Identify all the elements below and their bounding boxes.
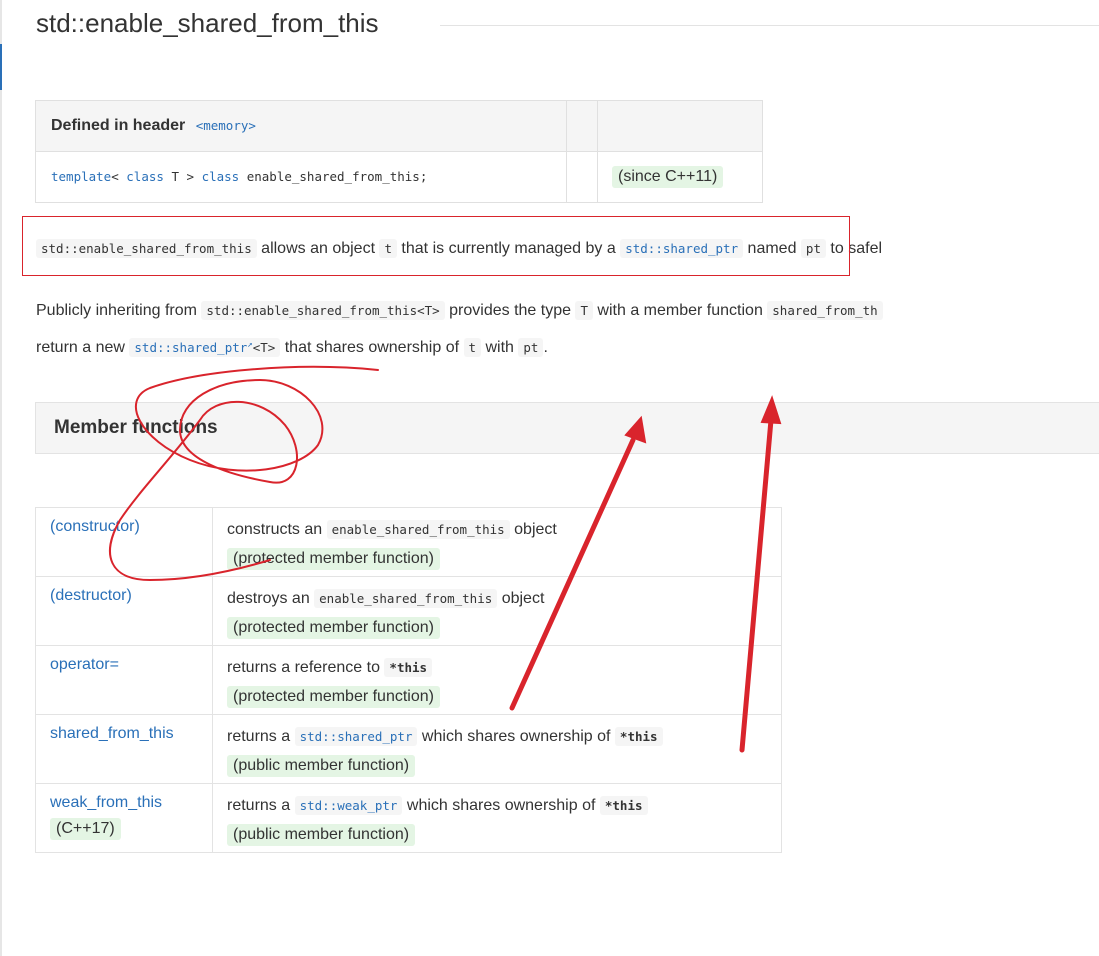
desc-text: returns a bbox=[227, 797, 295, 814]
p2-code-pt: pt bbox=[518, 338, 544, 358]
description-paragraph-2: Publicly inheriting from std::enable_sha… bbox=[36, 294, 883, 365]
p2-line-1: Publicly inheriting from std::enable_sha… bbox=[36, 294, 883, 328]
member-desc-cell: returns a reference to *this (protected … bbox=[212, 645, 782, 715]
p2-code-template-arg: <T> bbox=[252, 340, 276, 356]
p2-code-T: T bbox=[575, 301, 593, 320]
declaration-spacer-cell bbox=[566, 151, 598, 203]
template-keyword: template bbox=[51, 169, 112, 184]
declaration-T: T > bbox=[163, 169, 202, 184]
member-name-cell: (destructor) bbox=[35, 576, 213, 646]
tag-line: (C++17) bbox=[50, 818, 198, 840]
member-functions-heading: Member functions bbox=[54, 417, 218, 438]
p2-text-6: with bbox=[481, 339, 519, 357]
tag-line: (protected member function) bbox=[227, 686, 767, 708]
desc-text: destroys an bbox=[227, 590, 315, 607]
declaration-cell: template< class T > class enable_shared_… bbox=[35, 151, 567, 203]
table-row: (constructor) constructs an enable_share… bbox=[35, 507, 782, 577]
table-row: weak_from_this (C++17) returns a std::we… bbox=[35, 783, 782, 853]
member-kind-badge: (protected member function) bbox=[227, 686, 440, 708]
shared-from-this-link[interactable]: shared_from_this bbox=[50, 725, 174, 742]
member-functions-section-header: Member functions bbox=[35, 402, 1099, 454]
table-row: operator= returns a reference to *this (… bbox=[35, 645, 782, 715]
since-badge: (since C++11) bbox=[612, 166, 724, 188]
desc-text: constructs an bbox=[227, 521, 327, 538]
desc-text-2: object bbox=[497, 590, 545, 607]
left-border bbox=[0, 0, 2, 956]
left-active-marker bbox=[0, 44, 2, 90]
member-functions-table: (constructor) constructs an enable_share… bbox=[35, 507, 782, 853]
member-kind-badge: (protected member function) bbox=[227, 548, 440, 570]
member-name-cell: operator= bbox=[35, 645, 213, 715]
member-desc-cell: constructs an enable_shared_from_this ob… bbox=[212, 507, 782, 577]
p2-text-3: with a member function bbox=[592, 302, 768, 319]
tag-line: (protected member function) bbox=[227, 617, 767, 639]
tag-line: (public member function) bbox=[227, 755, 767, 777]
since-cell: (since C++11) bbox=[597, 151, 763, 203]
p2-text-5: that shares ownership of bbox=[280, 339, 464, 357]
desc-code: enable_shared_from_this bbox=[326, 520, 510, 539]
desc-text-2: which shares ownership of bbox=[402, 797, 600, 814]
memory-header-link[interactable]: <memory> bbox=[196, 118, 256, 133]
cpp17-badge: (C++17) bbox=[50, 818, 121, 840]
p2-text-4: return a new bbox=[36, 339, 130, 357]
desc-line: returns a reference to *this bbox=[227, 656, 767, 680]
p2-code-t: t bbox=[463, 338, 482, 358]
p2-text-2: provides the type bbox=[444, 302, 576, 319]
header-spacer-cell bbox=[566, 100, 598, 152]
declaration: template< class T > class enable_shared_… bbox=[51, 169, 427, 184]
desc-line: constructs an enable_shared_from_this ob… bbox=[227, 518, 767, 542]
p2-text-7: . bbox=[543, 339, 548, 357]
desc-code: enable_shared_from_this bbox=[314, 589, 498, 608]
desc-text-2: which shares ownership of bbox=[417, 728, 615, 745]
shared-ptr-link[interactable]: std::shared_ptr bbox=[294, 727, 418, 746]
tag-line: (public member function) bbox=[227, 824, 767, 846]
page-title: std::enable_shared_from_this bbox=[36, 8, 379, 38]
desc-text: returns a reference to bbox=[227, 659, 385, 676]
title-divider bbox=[440, 25, 1099, 26]
desc-text-2: object bbox=[509, 521, 557, 538]
p2-shared-ptr-link[interactable]: std::shared_ptr bbox=[134, 340, 247, 355]
desc-line: returns a std::shared_ptr which shares o… bbox=[227, 725, 767, 749]
class-keyword: class bbox=[126, 169, 164, 184]
declaration-rest: enable_shared_from_this; bbox=[239, 169, 428, 184]
header-empty-cell bbox=[597, 100, 763, 152]
member-kind-badge: (public member function) bbox=[227, 824, 416, 846]
desc-line: returns a std::weak_ptr which shares own… bbox=[227, 794, 767, 818]
member-name-cell: shared_from_this bbox=[35, 714, 213, 784]
member-kind-badge: (protected member function) bbox=[227, 617, 440, 639]
p2-shared-ptr-code: std::shared_ptr↗<T> bbox=[129, 338, 281, 358]
desc-line: destroys an enable_shared_from_this obje… bbox=[227, 587, 767, 611]
constructor-link[interactable]: (constructor) bbox=[50, 518, 140, 535]
weak-from-this-link[interactable]: weak_from_this bbox=[50, 794, 162, 811]
class-keyword-2: class bbox=[201, 169, 240, 184]
p2-line-2: return a new std::shared_ptr↗<T> that sh… bbox=[36, 328, 883, 365]
destructor-link[interactable]: (destructor) bbox=[50, 587, 132, 604]
weak-ptr-link[interactable]: std::weak_ptr bbox=[294, 796, 403, 815]
header-definition-table: Defined in header <memory> template< cla… bbox=[35, 100, 763, 203]
member-desc-cell: returns a std::weak_ptr which shares own… bbox=[212, 783, 782, 853]
member-kind-badge: (public member function) bbox=[227, 755, 416, 777]
operator-assign-link[interactable]: operator= bbox=[50, 656, 119, 673]
p2-code-shared-from-this: shared_from_th bbox=[767, 301, 883, 320]
desc-text: returns a bbox=[227, 728, 295, 745]
member-name-cell: weak_from_this (C++17) bbox=[35, 783, 213, 853]
defined-in-header-cell: Defined in header <memory> bbox=[35, 100, 567, 152]
table-row: (destructor) destroys an enable_shared_f… bbox=[35, 576, 782, 646]
member-name-cell: (constructor) bbox=[35, 507, 213, 577]
member-desc-cell: destroys an enable_shared_from_this obje… bbox=[212, 576, 782, 646]
tag-line: (protected member function) bbox=[227, 548, 767, 570]
defined-in-header-label: Defined in header bbox=[51, 117, 186, 134]
p2-code-enable-shared-T: std::enable_shared_from_this<T> bbox=[201, 301, 445, 320]
desc-code: *this bbox=[614, 727, 663, 746]
member-desc-cell: returns a std::shared_ptr which shares o… bbox=[212, 714, 782, 784]
declaration-lt: < bbox=[111, 169, 127, 184]
table-row: shared_from_this returns a std::shared_p… bbox=[35, 714, 782, 784]
desc-code: *this bbox=[599, 796, 648, 815]
desc-code: *this bbox=[384, 658, 433, 677]
p2-text-1: Publicly inheriting from bbox=[36, 302, 202, 319]
red-highlight-box bbox=[22, 216, 850, 276]
